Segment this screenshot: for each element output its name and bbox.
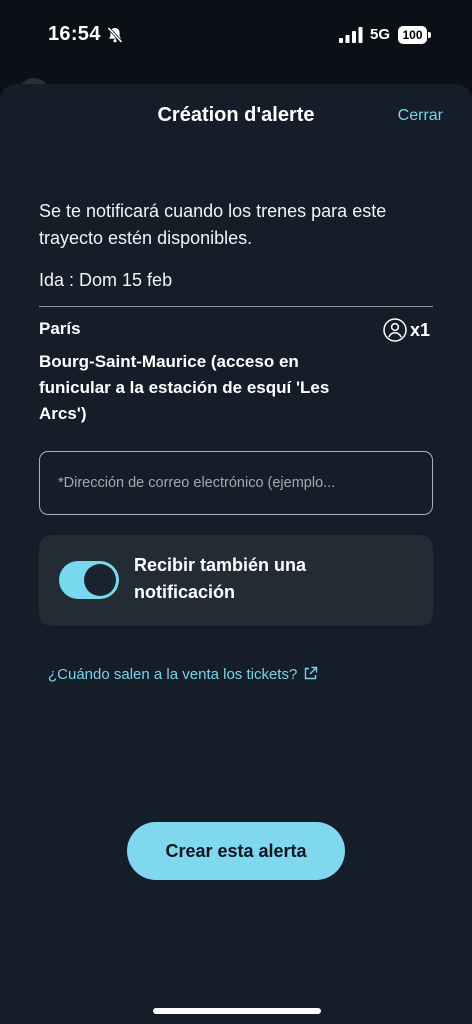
divider bbox=[39, 306, 433, 307]
status-bar: 16:54 5G 100 bbox=[0, 0, 472, 72]
passenger-count: x1 bbox=[410, 320, 431, 340]
destination-station: Bourg-Saint-Maurice (acceso en funicular… bbox=[39, 352, 330, 423]
notification-toggle[interactable] bbox=[59, 561, 119, 599]
external-link-icon bbox=[305, 666, 318, 680]
battery-level: 100 bbox=[398, 26, 427, 44]
person-icon bbox=[383, 318, 407, 342]
toggle-knob bbox=[84, 564, 116, 596]
notification-label: Recibir también una notificación bbox=[134, 555, 307, 602]
home-indicator bbox=[153, 1008, 321, 1014]
email-field[interactable] bbox=[39, 451, 433, 515]
outbound-date: Ida : Dom 15 feb bbox=[39, 270, 173, 290]
origin-station: París bbox=[39, 319, 81, 338]
network-label: 5G bbox=[370, 26, 391, 43]
tickets-sale-link[interactable]: ¿Cuándo salen a la venta los tickets? bbox=[48, 666, 318, 683]
signal-icon bbox=[339, 27, 363, 43]
close-button[interactable]: Cerrar bbox=[398, 107, 443, 125]
battery-icon: 100 bbox=[398, 26, 432, 44]
notification-option: Recibir también una notificación bbox=[39, 535, 433, 626]
bell-slash-icon bbox=[107, 26, 123, 44]
create-alert-button[interactable]: Crear esta alerta bbox=[127, 822, 345, 880]
battery-tip bbox=[428, 32, 431, 38]
alert-sheet: Création d'alerte Cerrar Se te notificar… bbox=[0, 84, 472, 1024]
status-time: 16:54 bbox=[48, 23, 101, 45]
tickets-sale-link-label: ¿Cuándo salen a la venta los tickets? bbox=[48, 666, 298, 683]
alert-description: Se te notificará cuando los trenes para … bbox=[39, 201, 387, 248]
